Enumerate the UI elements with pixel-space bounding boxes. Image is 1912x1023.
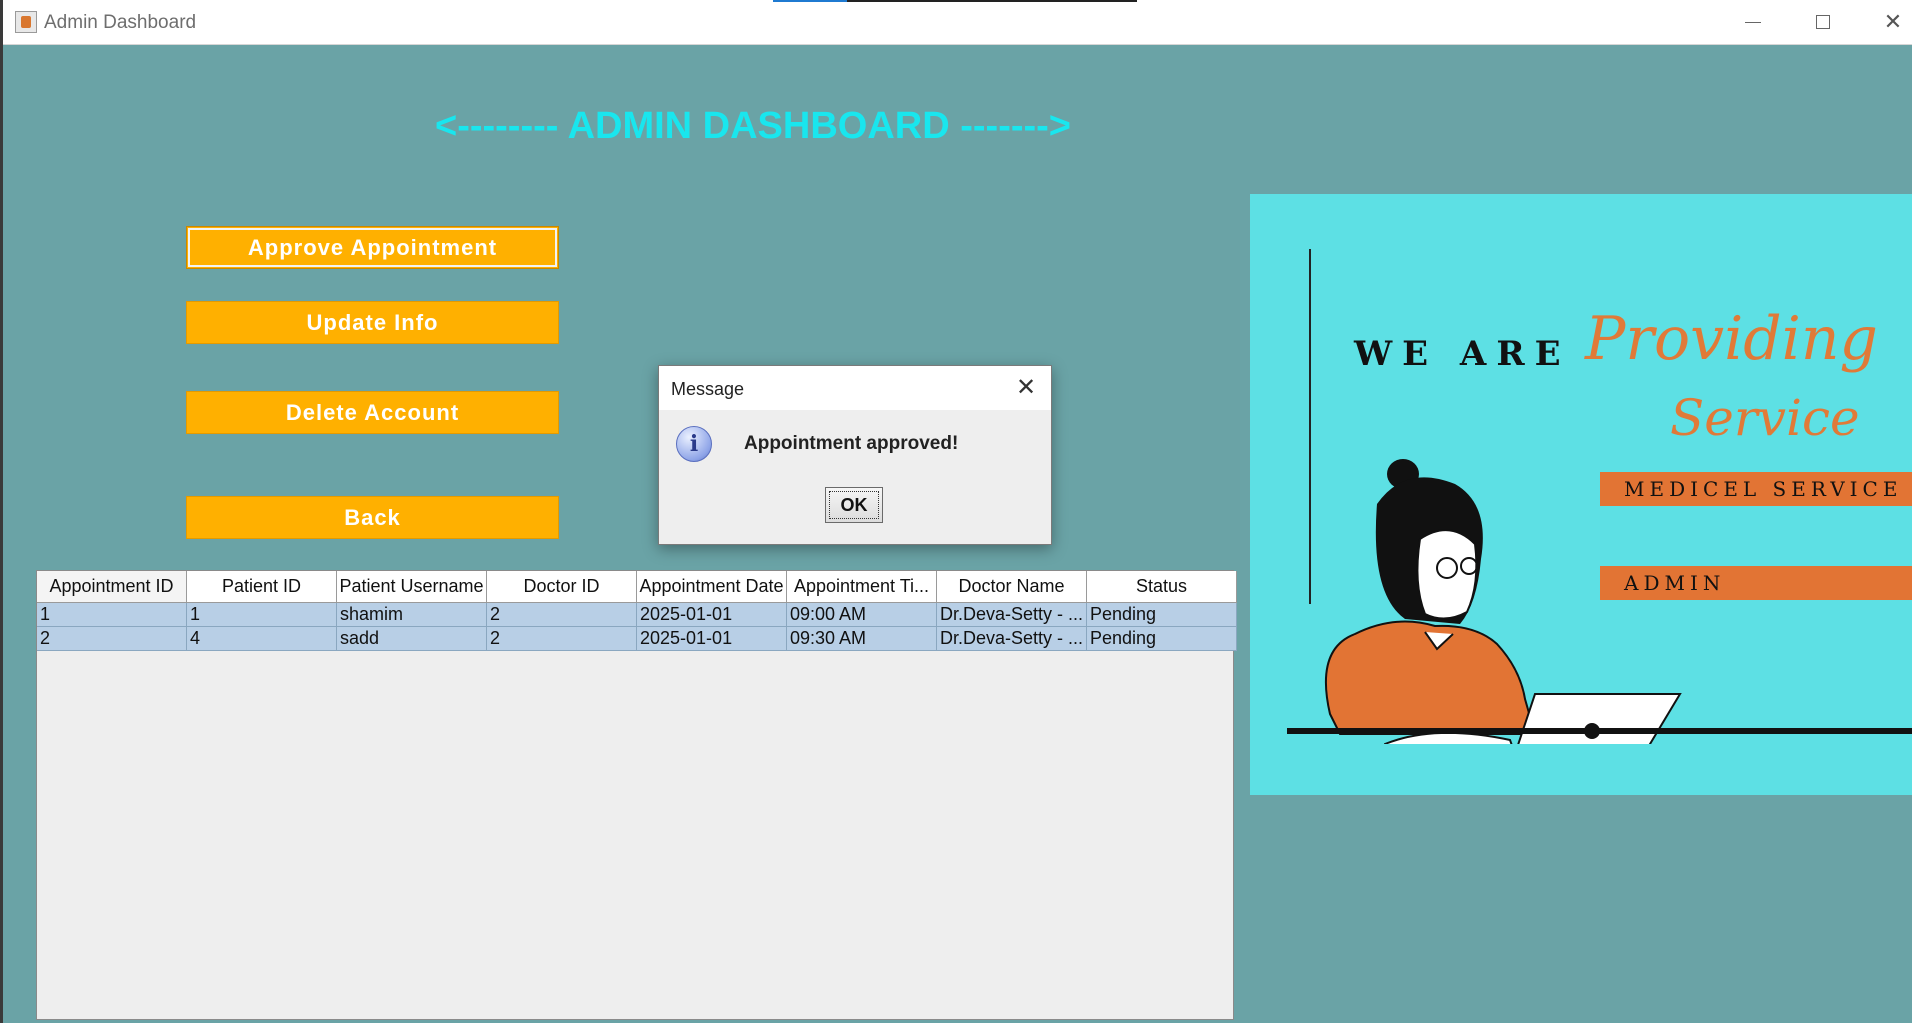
maximize-button[interactable] — [1789, 0, 1857, 44]
delete-account-button[interactable]: Delete Account — [186, 391, 559, 434]
table-cell[interactable]: 1 — [187, 603, 337, 627]
table-cell[interactable]: 2 — [37, 627, 187, 651]
poster-headline: WE ARE — [1354, 334, 1571, 374]
table-cell[interactable]: 1 — [37, 603, 187, 627]
focus-indicator-dark — [847, 0, 1137, 2]
table-cell[interactable]: Pending — [1087, 627, 1237, 651]
table-cell[interactable]: 4 — [187, 627, 337, 651]
column-header-status[interactable]: Status — [1087, 571, 1237, 603]
window-title: Admin Dashboard — [44, 12, 197, 33]
column-header-doctor-id[interactable]: Doctor ID — [487, 571, 637, 603]
column-header-patient-id[interactable]: Patient ID — [187, 571, 337, 603]
close-icon: ✕ — [1883, 9, 1903, 34]
close-icon: ✕ — [1015, 373, 1037, 401]
message-dialog: Message ✕ i Appointment approved! OK — [658, 365, 1052, 545]
focus-indicator — [773, 0, 847, 2]
table-cell[interactable]: shamim — [337, 603, 487, 627]
dialog-message: Appointment approved! — [744, 433, 959, 454]
table-cell[interactable]: Dr.Deva-Setty - ... — [937, 603, 1087, 627]
table-cell[interactable]: 2 — [487, 603, 637, 627]
table-cell[interactable]: 2025-01-01 — [637, 603, 787, 627]
table-row[interactable]: 2 4 sadd 2 2025-01-01 09:30 AM Dr.Deva-S… — [37, 627, 1237, 651]
poster-script-service: Service — [1670, 389, 1860, 447]
dialog-title-bar: Message ✕ — [659, 366, 1051, 410]
appointments-table[interactable]: Appointment ID Patient ID Patient Userna… — [36, 570, 1237, 1020]
table-header: Appointment ID Patient ID Patient Userna… — [37, 571, 1237, 603]
desk-line — [1287, 728, 1912, 734]
window-close-button[interactable]: ✕ — [1859, 0, 1912, 44]
column-header-appointment-time[interactable]: Appointment Ti... — [787, 571, 937, 603]
dialog-close-button[interactable]: ✕ — [1009, 372, 1043, 402]
table-row[interactable]: 1 1 shamim 2 2025-01-01 09:00 AM Dr.Deva… — [37, 603, 1237, 627]
column-header-appointment-date[interactable]: Appointment Date — [637, 571, 787, 603]
table-cell[interactable]: sadd — [337, 627, 487, 651]
table-cell[interactable]: 2 — [487, 627, 637, 651]
admin-dashboard-window: Admin Dashboard ✕ <-------- ADMIN DASHBO… — [0, 0, 1912, 1023]
info-icon: i — [676, 426, 712, 462]
back-button[interactable]: Back — [186, 496, 559, 539]
minimize-button[interactable] — [1719, 0, 1787, 44]
column-header-appointment-id[interactable]: Appointment ID — [37, 571, 187, 603]
update-info-button[interactable]: Update Info — [186, 301, 559, 344]
column-header-patient-username[interactable]: Patient Username — [337, 571, 487, 603]
column-header-doctor-name[interactable]: Doctor Name — [937, 571, 1087, 603]
table-cell[interactable]: Dr.Deva-Setty - ... — [937, 627, 1087, 651]
dialog-title: Message — [671, 379, 745, 399]
poster-script-providing: Providing — [1585, 304, 1878, 374]
dashboard-heading: <-------- ADMIN DASHBOARD -------> — [435, 105, 1071, 147]
title-bar: Admin Dashboard ✕ — [3, 0, 1912, 45]
java-app-icon — [15, 11, 37, 33]
table-cell[interactable]: 09:00 AM — [787, 603, 937, 627]
woman-at-laptop-illustration — [1324, 459, 1682, 744]
table-cell[interactable]: 2025-01-01 — [637, 627, 787, 651]
table-cell[interactable]: Pending — [1087, 603, 1237, 627]
medical-service-poster: WE ARE Providing Service MEDICEL SERVICE… — [1250, 194, 1912, 795]
table-cell[interactable]: 09:30 AM — [787, 627, 937, 651]
approve-appointment-button[interactable]: Approve Appointment — [186, 226, 559, 269]
ok-button[interactable]: OK — [825, 487, 883, 523]
